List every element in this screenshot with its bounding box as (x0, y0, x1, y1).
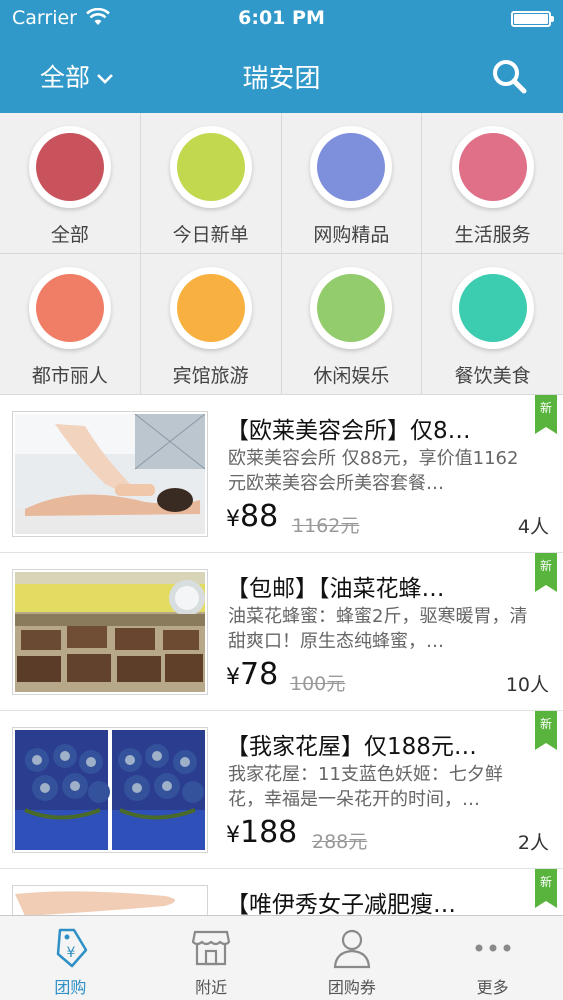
category-label: 今日新单 (172, 224, 249, 246)
category-circle-icon (317, 133, 386, 201)
deal-sold-count: 10人 (505, 674, 549, 696)
tab-coupons[interactable]: 团购券 (282, 916, 423, 1000)
deal-title: 【唯伊秀女子减肥瘦… (226, 892, 456, 915)
deal-item[interactable]: 【唯伊秀女子减肥瘦… 新 (0, 869, 563, 915)
category-leisure[interactable]: 休闲娱乐 (281, 254, 423, 395)
category-circle-icon (35, 274, 104, 342)
deal-description: 我家花屋：11支蓝色妖姬：七夕鲜花，幸福是一朵花开的时间，… (228, 764, 503, 810)
deal-price: ¥78 (226, 657, 279, 692)
category-circle-icon (317, 274, 386, 342)
tab-bar: ¥ 团购 附近 团购券 更多 (0, 915, 563, 1000)
tab-group-buy[interactable]: ¥ 团购 (0, 916, 141, 1000)
deal-original-price: 288元 (312, 831, 368, 853)
category-circle-icon (458, 133, 527, 201)
tab-label: 团购券 (327, 978, 376, 997)
price-tag-icon: ¥ (48, 926, 92, 970)
deal-thumbnail (12, 411, 208, 537)
deal-description: 油菜花蜂蜜：蜂蜜2斤，驱寒暖胃，清甜爽口！原生态纯蜂蜜，… (228, 606, 528, 652)
deal-item[interactable]: 【我家花屋】仅188元… 我家花屋：11支蓝色妖姬：七夕鲜花，幸福是一朵花开的时… (0, 711, 563, 869)
deal-original-price: 100元 (290, 673, 346, 695)
more-dots-icon (471, 926, 515, 970)
category-circle-icon (458, 274, 527, 342)
category-food[interactable]: 餐饮美食 (422, 254, 563, 395)
status-bar: Carrier 6:01 PM (0, 0, 563, 36)
deal-title: 【我家花屋】仅188元… (226, 734, 477, 760)
search-icon (491, 60, 527, 98)
category-grid: 全部 今日新单 网购精品 生活服务 都市丽人 宾馆旅游 休闲娱乐 餐饮美食 (0, 113, 563, 395)
category-online-shopping[interactable]: 网购精品 (281, 113, 423, 254)
category-label: 全部 (50, 224, 89, 246)
category-label: 生活服务 (454, 224, 531, 246)
category-beauty[interactable]: 都市丽人 (0, 254, 141, 395)
deal-description: 欧莱美容会所 仅88元，享价值1162元欧莱美容会所美容套餐… (228, 448, 519, 494)
tab-nearby[interactable]: 附近 (141, 916, 282, 1000)
category-hotel-travel[interactable]: 宾馆旅游 (140, 254, 282, 395)
deal-item[interactable]: 【欧莱美容会所】仅8… 欧莱美容会所 仅88元，享价值1162元欧莱美容会所美容… (0, 395, 563, 553)
search-button[interactable] (491, 58, 527, 98)
category-label: 网购精品 (313, 224, 390, 246)
status-time: 6:01 PM (238, 7, 325, 29)
page-title: 瑞安团 (242, 64, 321, 94)
category-label: 都市丽人 (31, 365, 108, 387)
deal-title: 【包邮】【油菜花蜂… (226, 576, 445, 602)
category-life-services[interactable]: 生活服务 (422, 113, 563, 254)
deal-price: ¥188 (226, 815, 298, 850)
deal-thumbnail (12, 885, 208, 915)
battery-icon (511, 11, 554, 27)
deal-title: 【欧莱美容会所】仅8… (226, 418, 471, 444)
category-label: 休闲娱乐 (313, 365, 390, 387)
category-circle-icon (176, 133, 245, 201)
category-all[interactable]: 全部 (0, 113, 141, 254)
new-badge: 新 (535, 553, 557, 592)
new-badge: 新 (535, 869, 557, 908)
category-label: 宾馆旅游 (172, 365, 249, 387)
storefront-icon (189, 926, 233, 970)
category-circle-icon (176, 274, 245, 342)
tab-label: 团购 (54, 978, 87, 997)
top-bar: Carrier 6:01 PM 全部 瑞安团 (0, 0, 563, 113)
tab-label: 更多 (476, 978, 509, 997)
person-icon (330, 926, 374, 970)
category-circle-icon (35, 133, 104, 201)
category-new-today[interactable]: 今日新单 (140, 113, 282, 254)
deal-sold-count: 2人 (517, 832, 549, 854)
tab-label: 附近 (195, 978, 228, 997)
deal-item[interactable]: 【包邮】【油菜花蜂… 油菜花蜂蜜：蜂蜜2斤，驱寒暖胃，清甜爽口！原生态纯蜂蜜，…… (0, 553, 563, 711)
category-label: 餐饮美食 (454, 365, 531, 387)
deal-price: ¥88 (226, 499, 279, 534)
new-badge: 新 (535, 711, 557, 750)
deal-thumbnail (12, 569, 208, 695)
deal-original-price: 1162元 (292, 515, 360, 537)
new-badge: 新 (535, 395, 557, 434)
svg-text:¥: ¥ (67, 945, 76, 961)
deal-list[interactable]: 【欧莱美容会所】仅8… 欧莱美容会所 仅88元，享价值1162元欧莱美容会所美容… (0, 395, 563, 915)
deal-sold-count: 4人 (517, 516, 549, 538)
tab-more[interactable]: 更多 (422, 916, 563, 1000)
deal-thumbnail (12, 727, 208, 853)
